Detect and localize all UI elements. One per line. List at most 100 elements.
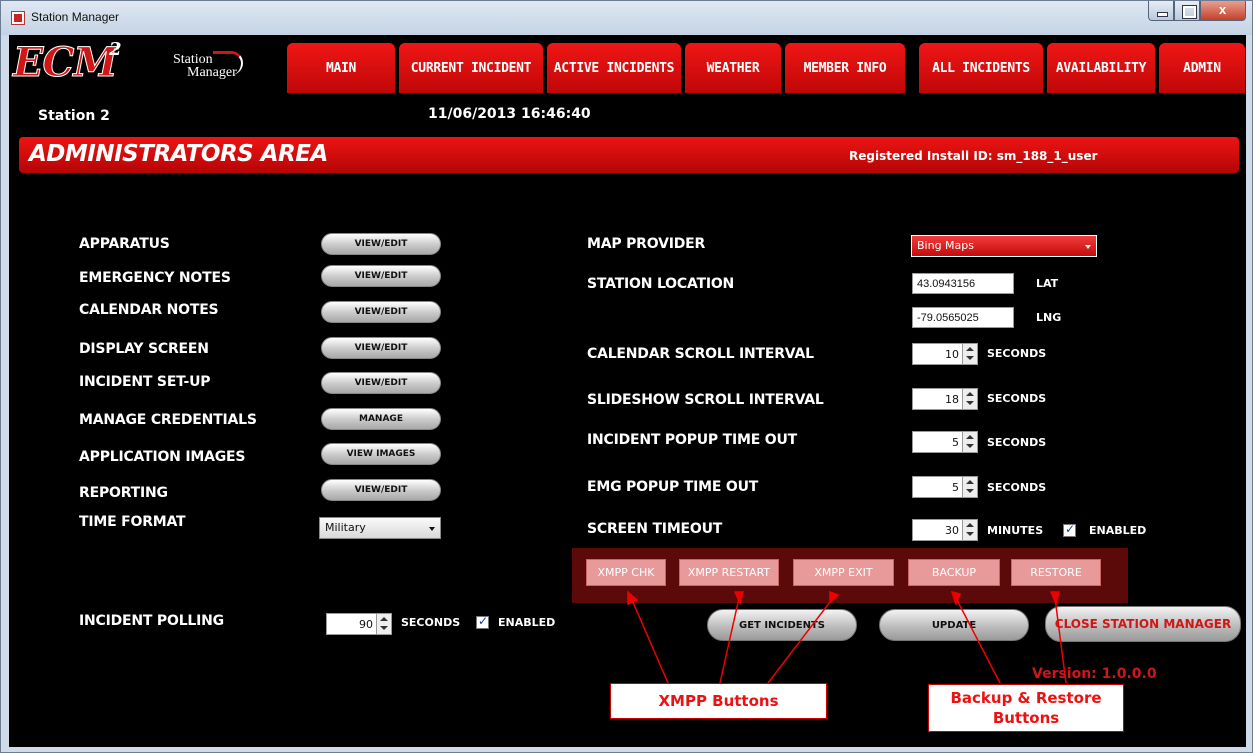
tab-weather[interactable]: WEATHER [685,43,781,93]
label-incident-popup-timeout: INCIDENT POPUP TIME OUT [587,432,798,448]
title-bar[interactable]: Station Manager [1,1,1252,35]
stepper-buttons[interactable] [962,344,977,364]
time-format-select[interactable]: Military [319,517,441,539]
stepper-buttons[interactable] [376,614,391,634]
xmpp-panel: XMPP CHK XMPP RESTART XMPP EXIT BACKUP R… [572,548,1128,603]
display-screen-view-edit-button[interactable]: VIEW/EDIT [321,337,441,359]
incident-setup-view-edit-button[interactable]: VIEW/EDIT [321,372,441,394]
latitude-input[interactable] [912,273,1014,294]
stepper-buttons[interactable] [962,432,977,452]
reporting-view-edit-button[interactable]: VIEW/EDIT [321,479,441,501]
screen-timeout-stepper[interactable]: 30 [912,519,978,541]
incident-popup-stepper[interactable]: 5 [912,431,978,453]
page-title: ADMINISTRATORS AREA [29,141,328,167]
label-manage-credentials: MANAGE CREDENTIALS [79,412,257,428]
arrow-down-icon [966,444,974,448]
calendar-scroll-stepper[interactable]: 10 [912,343,978,365]
label-calendar-scroll-interval: CALENDAR SCROLL INTERVAL [587,346,814,362]
manage-credentials-button[interactable]: MANAGE [321,408,441,430]
arrow-up-icon [966,435,974,439]
close-station-manager-button[interactable]: CLOSE STATION MANAGER [1045,606,1241,642]
get-incidents-button[interactable]: GET INCIDENTS [707,609,857,641]
label-incident-setup: INCIDENT SET-UP [79,374,211,390]
arrow-up-icon [966,392,974,396]
logo-brand: ECM [13,39,119,87]
xmpp-exit-button[interactable]: XMPP EXIT [793,559,894,586]
arrow-down-icon [380,626,388,630]
logo-swoosh-icon [213,51,243,75]
incident-polling-stepper[interactable]: 90 [326,613,392,635]
calendar-scroll-unit: SECONDS [987,347,1047,360]
xmpp-restart-button[interactable]: XMPP RESTART [679,559,779,586]
label-station-location: STATION LOCATION [587,276,735,292]
screen-timeout-unit: MINUTES [987,524,1044,537]
xmpp-chk-button[interactable]: XMPP CHK [586,559,666,586]
label-map-provider: MAP PROVIDER [587,236,706,252]
chevron-down-icon [429,527,435,531]
emergency-notes-view-edit-button[interactable]: VIEW/EDIT [321,265,441,287]
emg-popup-unit: SECONDS [987,481,1047,494]
time-format-value: Military [325,521,366,534]
arrow-down-icon [966,489,974,493]
chevron-down-icon [1085,245,1091,249]
view-images-button[interactable]: VIEW IMAGES [321,443,441,465]
tab-availability[interactable]: AVAILABILITY [1047,43,1155,93]
tab-active-incidents[interactable]: ACTIVE INCIDENTS [547,43,681,93]
app-window: Station Manager ECM 2 Station Manager MA… [0,0,1253,753]
map-provider-select[interactable]: Bing Maps [911,235,1097,257]
stepper-buttons[interactable] [962,520,977,540]
longitude-input[interactable] [912,307,1014,328]
apparatus-view-edit-button[interactable]: VIEW/EDIT [321,233,441,255]
tab-main[interactable]: MAIN [287,43,395,93]
app-icon [11,11,25,25]
slideshow-scroll-value: 18 [945,393,959,406]
app-content: ECM 2 Station Manager MAIN CURRENT INCID… [9,35,1246,747]
arrow-up-icon [966,523,974,527]
minimize-button[interactable] [1148,1,1174,21]
update-button[interactable]: UPDATE [879,609,1029,641]
slideshow-scroll-unit: SECONDS [987,392,1047,405]
label-slideshow-scroll-interval: SLIDESHOW SCROLL INTERVAL [587,392,824,408]
backup-button[interactable]: BACKUP [908,559,1000,586]
arrow-up-icon [380,617,388,621]
install-id: Registered Install ID: sm_188_1_user [849,149,1098,163]
arrow-down-icon [966,532,974,536]
arrow-up-icon [966,347,974,351]
calendar-notes-view-edit-button[interactable]: VIEW/EDIT [321,301,441,323]
emg-popup-value: 5 [952,481,959,494]
station-name: Station 2 [38,108,110,124]
restore-button[interactable]: RESTORE [1011,559,1101,586]
tab-member-info[interactable]: MEMBER INFO [785,43,905,93]
backup-callout-line2: Buttons [992,709,1060,727]
version-label: Version: 1.0.0.0 [1032,666,1157,682]
label-calendar-notes: CALENDAR NOTES [79,302,219,318]
emg-popup-stepper[interactable]: 5 [912,476,978,498]
tab-admin[interactable]: ADMIN [1159,43,1245,93]
close-window-button[interactable] [1200,1,1246,21]
stepper-buttons[interactable] [962,389,977,409]
stepper-buttons[interactable] [962,477,977,497]
calendar-scroll-value: 10 [945,348,959,361]
tab-current-incident[interactable]: CURRENT INCIDENT [399,43,543,93]
label-emg-popup-timeout: EMG POPUP TIME OUT [587,479,759,495]
logo-brand-sup: 2 [109,39,122,60]
arrow-down-icon [966,356,974,360]
backup-callout-line1: Backup & Restore [950,689,1102,707]
label-screen-timeout: SCREEN TIMEOUT [587,521,723,537]
admin-header-bar: ADMINISTRATORS AREA Registered Install I… [19,137,1239,173]
maximize-button[interactable] [1174,1,1200,21]
tab-all-incidents[interactable]: ALL INCIDENTS [919,43,1043,93]
screen-timeout-enabled-checkbox[interactable] [1063,522,1076,537]
window-title: Station Manager [31,10,120,24]
arrow-down-icon [966,401,974,405]
incident-popup-value: 5 [952,436,959,449]
label-display-screen: DISPLAY SCREEN [79,341,209,357]
incident-popup-unit: SECONDS [987,436,1047,449]
polling-enabled-checkbox[interactable] [476,614,489,629]
slideshow-scroll-stepper[interactable]: 18 [912,388,978,410]
lng-label: LNG [1036,311,1062,324]
xmpp-callout: XMPP Buttons [610,683,827,719]
label-reporting: REPORTING [79,485,168,501]
screen-timeout-enabled-label: ENABLED [1089,524,1147,537]
window-controls [1148,1,1246,21]
